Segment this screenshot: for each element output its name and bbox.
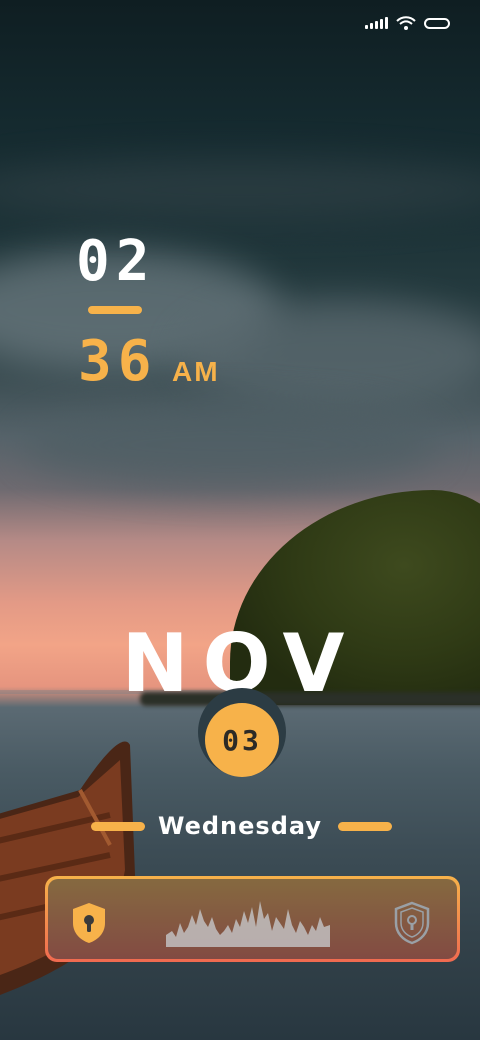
clock-hour: 02 <box>76 229 156 294</box>
wallpaper-cloud <box>180 300 480 410</box>
weekday-dash-right <box>338 822 392 831</box>
weekday-row: Wednesday <box>0 812 480 848</box>
lock-screen: 02 36 AM NOV 03 Wednesday <box>0 0 480 1040</box>
shield-lock-outline-icon <box>394 901 430 945</box>
unlock-slider[interactable] <box>45 876 460 962</box>
date-day: 03 <box>205 703 279 777</box>
wifi-icon <box>396 16 416 30</box>
shield-lock-icon[interactable] <box>70 901 108 945</box>
unlock-track[interactable] <box>48 879 457 959</box>
battery-icon <box>424 17 450 29</box>
cellular-signal-icon <box>365 17 388 29</box>
wallpaper-cloud <box>20 400 440 490</box>
date-weekday: Wednesday <box>157 812 322 840</box>
clock-ampm: AM <box>172 356 220 387</box>
clock-separator <box>88 306 142 314</box>
wallpaper-cloud <box>0 160 480 220</box>
audio-waveform-icon <box>166 901 330 947</box>
status-bar <box>365 16 450 30</box>
clock-minute: 36 <box>78 329 158 394</box>
